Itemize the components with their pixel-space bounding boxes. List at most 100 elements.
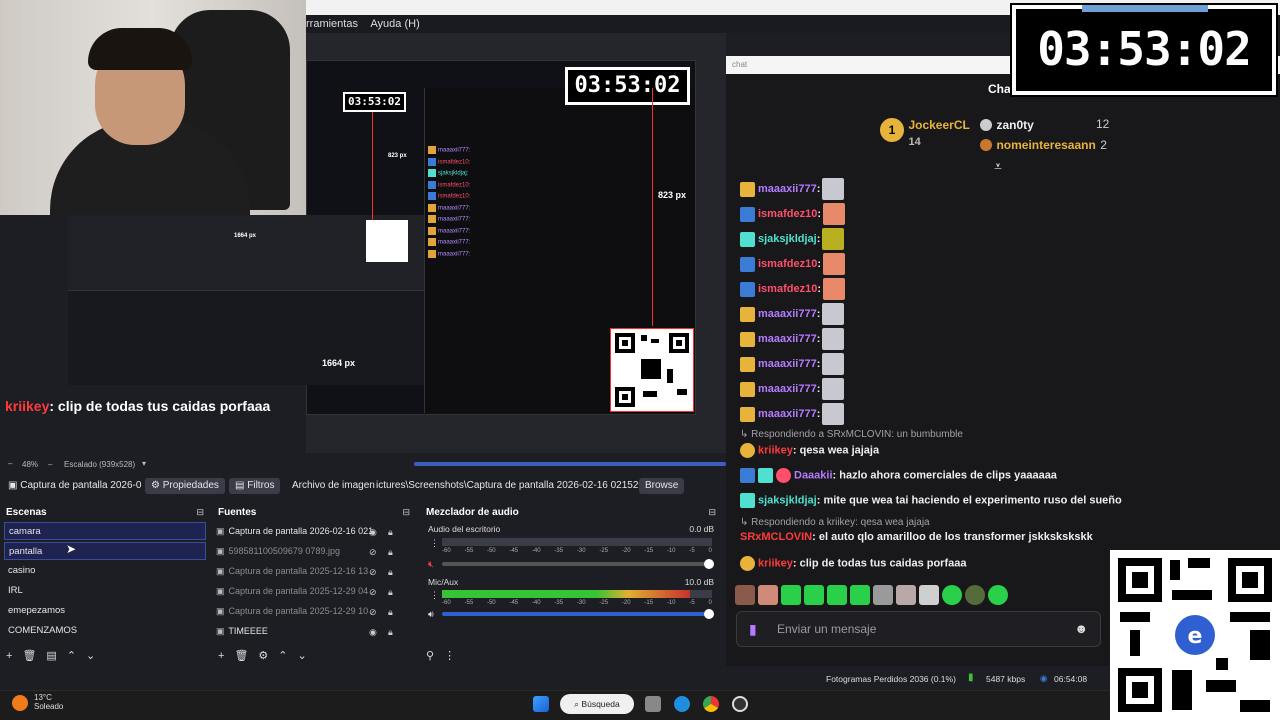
menu-item-help[interactable]: Ayuda (H) xyxy=(370,18,419,30)
scene-item-camara[interactable]: camara xyxy=(4,522,206,540)
volume-slider[interactable] xyxy=(442,559,714,569)
chat-message: kriikey: clip de todas tus caidas porfaa… xyxy=(740,556,966,571)
emote-icon[interactable] xyxy=(827,585,847,605)
chevron-down-icon[interactable]: ▾ xyxy=(142,459,146,468)
scene-item-emepezamos[interactable]: emepezamos xyxy=(4,602,206,620)
emote-icon[interactable] xyxy=(758,585,778,605)
qr-code-preview[interactable] xyxy=(610,328,694,412)
taskbar-search[interactable]: ⌕ Búsqueda xyxy=(560,694,634,714)
zoom-minus[interactable]: – xyxy=(8,459,12,468)
link-icon[interactable]: ⚲ xyxy=(426,650,434,662)
chat-message-user: ismafdez10 xyxy=(758,207,818,220)
colon: : xyxy=(817,257,821,270)
emote-icon[interactable] xyxy=(988,585,1008,605)
source-item[interactable]: ▣ Captura de pantalla 2025-12-29 04 xyxy=(216,582,412,600)
lock-icon[interactable]: 🔒︎ xyxy=(388,627,393,638)
scene-item-casino[interactable]: casino xyxy=(4,562,206,580)
emote-image xyxy=(822,278,845,300)
source-item[interactable]: ▣ Captura de pantalla 2025-12-29 10 xyxy=(216,602,412,620)
trash-icon[interactable]: 🗑 xyxy=(234,650,248,662)
chat-message: maaaxii777: xyxy=(740,328,845,350)
windows-start-icon[interactable] xyxy=(533,696,549,712)
menu-item-tools[interactable]: rramientas xyxy=(306,18,358,30)
chevron-down-icon[interactable]: ⌄ xyxy=(298,650,307,662)
emote-icon[interactable] xyxy=(919,585,939,605)
scene-item-comenzamos[interactable]: COMENZAMOS xyxy=(4,622,206,640)
scale-label[interactable]: Escalado (939x528) xyxy=(64,460,135,469)
trash-icon[interactable]: 🗑 xyxy=(22,650,36,662)
emote-icon[interactable] xyxy=(735,585,755,605)
lock-icon[interactable]: 🔒︎ xyxy=(388,547,393,558)
lock-icon[interactable]: 🔒︎ xyxy=(388,607,393,618)
collapse-icon[interactable]: ⩡ xyxy=(994,158,1002,175)
emote-icon[interactable] xyxy=(942,585,962,605)
guide-label-small: 823 px xyxy=(388,153,407,159)
scene-item-irl[interactable]: IRL xyxy=(4,582,206,600)
browse-button[interactable]: Browse xyxy=(639,478,685,494)
colon: : xyxy=(816,382,821,395)
emote-image xyxy=(822,378,845,400)
emote-icon[interactable] xyxy=(850,585,870,605)
volume-slider[interactable] xyxy=(442,609,714,619)
colon: : xyxy=(816,357,821,370)
image-path-field[interactable]: ictures\Screenshots\Captura de pantalla … xyxy=(370,478,669,494)
zoom-level: 48% xyxy=(22,460,39,469)
lock-icon[interactable]: 🔒︎ xyxy=(388,567,393,578)
more-icon[interactable]: ⋮ xyxy=(430,590,439,601)
obs-icon[interactable] xyxy=(732,696,748,712)
badge-icon xyxy=(740,181,755,197)
lock-icon[interactable]: 🔒︎ xyxy=(388,587,393,598)
more-icon[interactable]: ⋮ xyxy=(444,650,455,662)
zoom-plus[interactable]: – xyxy=(48,460,52,469)
dock-menu-icon[interactable]: ⊟ xyxy=(196,507,204,518)
scale-tick: -45 xyxy=(509,548,519,554)
eye-off-icon[interactable]: ⊘ xyxy=(369,587,377,598)
eye-off-icon[interactable]: ⊘ xyxy=(369,607,377,618)
chat-input[interactable]: ▮ Enviar un mensaje ☻ xyxy=(736,611,1101,647)
edge-icon[interactable] xyxy=(674,696,690,712)
emoji-icon[interactable]: ☻ xyxy=(1074,612,1088,646)
more-icon[interactable]: ⋮ xyxy=(430,538,439,549)
source-item[interactable]: ▣ 598581100509679 0789.jpg xyxy=(216,542,412,560)
eye-off-icon[interactable]: ⊘ xyxy=(369,567,377,578)
file-explorer-icon[interactable] xyxy=(645,696,661,712)
source-item-label: Captura de pantalla 2025-12-16 13 xyxy=(228,566,369,576)
gear-icon[interactable]: ⚙ xyxy=(258,650,268,662)
mic-icon[interactable]: ▮ xyxy=(749,612,757,646)
menu-bar: rramientas Ayuda (H) xyxy=(306,15,1010,33)
source-item[interactable]: ▣ TIMEEEE xyxy=(216,622,412,640)
add-icon[interactable]: + xyxy=(218,650,224,662)
emote-icon[interactable] xyxy=(896,585,916,605)
chat-message-user: SRxMCLOVIN xyxy=(740,531,813,543)
leader-third-name: nomeinteresaann xyxy=(996,138,1096,152)
mute-icon[interactable]: 🔇︎ xyxy=(428,559,434,570)
eye-icon[interactable]: ◉ xyxy=(369,527,377,538)
chevron-up-icon[interactable]: ⌃ xyxy=(67,650,76,662)
eye-off-icon[interactable]: ⊘ xyxy=(369,547,377,558)
chevron-up-icon[interactable]: ⌃ xyxy=(278,650,287,662)
filters-button[interactable]: ▤ Filtros xyxy=(229,478,281,494)
scale-tick: -15 xyxy=(644,548,654,554)
weather-widget[interactable]: 13°C Soleado xyxy=(12,691,63,711)
scale-tick: -30 xyxy=(576,600,586,606)
dock-menu-icon[interactable]: ⊟ xyxy=(708,507,716,518)
scene-item-pantalla[interactable]: pantalla xyxy=(4,542,206,560)
source-item[interactable]: ▣ Captura de pantalla 2025-12-16 13 xyxy=(216,562,412,580)
chevron-down-icon[interactable]: ⌄ xyxy=(86,650,95,662)
dock-menu-icon[interactable]: ⊟ xyxy=(402,507,410,518)
scale-tick: -5 xyxy=(689,548,695,554)
emote-icon[interactable] xyxy=(965,585,985,605)
emote-icon[interactable] xyxy=(873,585,893,605)
emote-icon[interactable] xyxy=(804,585,824,605)
chrome-icon[interactable] xyxy=(703,696,719,712)
volume-icon[interactable]: 🔊︎ xyxy=(428,609,434,620)
lock-icon[interactable]: 🔒︎ xyxy=(388,527,393,538)
properties-button[interactable]: ⚙ Propiedades xyxy=(145,478,225,494)
filter-icon[interactable]: ▤ xyxy=(46,650,56,662)
eye-icon[interactable]: ◉ xyxy=(369,627,377,638)
horizontal-scrollbar[interactable] xyxy=(414,462,726,466)
dropped-frames: Fotogramas Perdidos 2036 (0.1%) xyxy=(826,674,956,684)
source-item[interactable]: ▣ Captura de pantalla 2026-02-16 021 xyxy=(216,522,412,540)
emote-icon[interactable] xyxy=(781,585,801,605)
add-icon[interactable]: + xyxy=(6,650,12,662)
